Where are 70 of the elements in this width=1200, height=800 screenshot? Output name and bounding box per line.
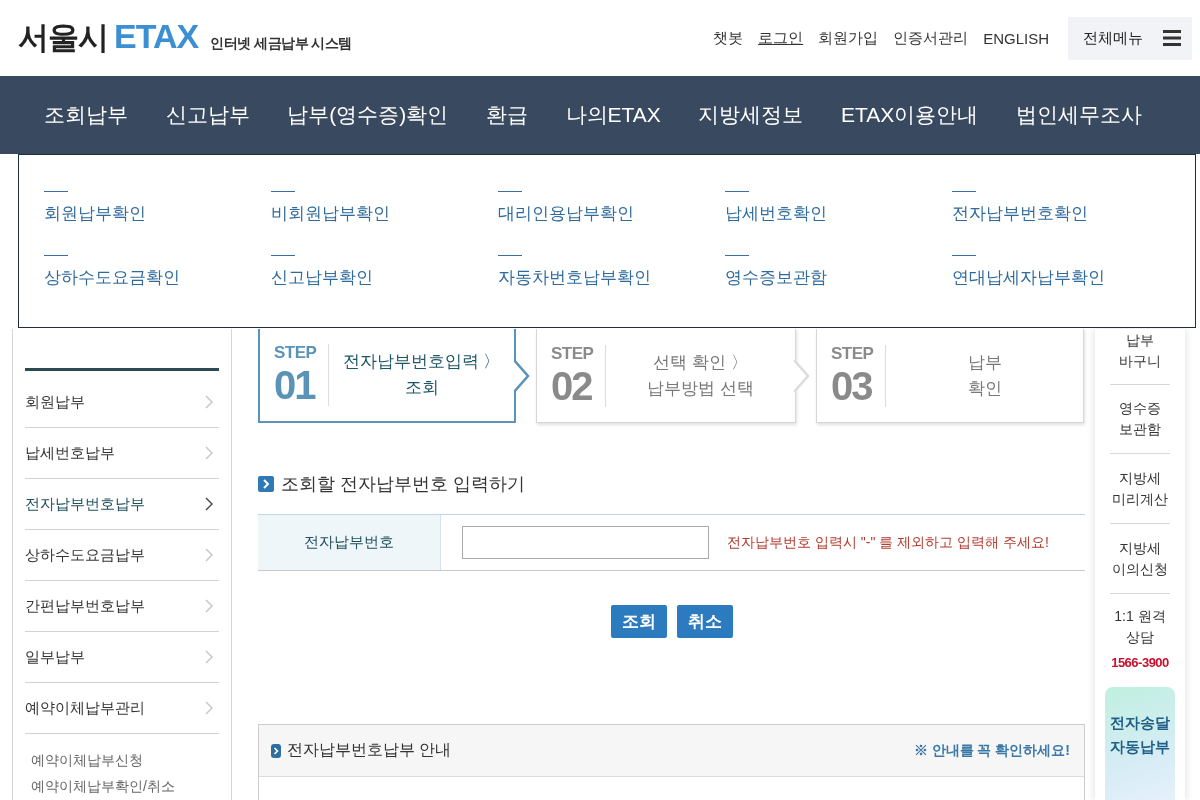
chevron-bullet-icon [258,476,274,492]
logo-etax-text: ETAX [114,17,199,56]
info-title: 전자납부번호납부 안내 [287,740,452,760]
top-link[interactable]: 챗봇 [713,28,744,48]
step-text: 납부 확인 [966,351,1003,400]
quick-menu-item[interactable]: 납부 바구니 [1110,329,1170,385]
nav-item[interactable]: 신고납부 [165,101,250,129]
sidebar-item[interactable]: 상하수도요금납부 [25,530,219,581]
section-title: 조회할 전자납부번호 입력하기 [281,473,525,496]
dropdown-menu-item[interactable]: 회원납부확인 [44,202,146,226]
quick-menu-item[interactable]: 지방세 미리계산 [1110,454,1170,525]
dropdown-menu-item[interactable]: 신고납부확인 [271,266,373,290]
sidebar-subitem[interactable]: 예약이체납부신청 [25,747,143,773]
menu-icon [1163,30,1181,46]
dropdown-menu-item[interactable]: 상하수도요금확인 [44,266,180,290]
dropdown-menu-item[interactable]: 비회원납부확인 [271,202,390,226]
sidebar-item[interactable]: 예약이체납부관리 [25,683,219,734]
all-menu-button[interactable]: 전체메뉴 [1068,16,1192,60]
chevron-right-icon [205,548,213,562]
nav-item[interactable]: 법인세무조사 [1015,101,1142,129]
nav-item[interactable]: 환급 [485,101,528,129]
input-field[interactable] [462,526,709,559]
top-link[interactable]: 로그인 [758,28,804,48]
dropdown-menu-item[interactable]: 대리인용납부확인 [498,202,634,226]
step-label: STEP [831,343,874,364]
chevron-right-icon [205,650,213,664]
step-label: STEP [274,343,317,363]
sidebar-item[interactable]: 일부납부 [25,632,219,683]
chevron-right-icon [205,446,213,460]
sidebar-item[interactable]: 회원납부 [25,377,219,428]
step-number: 01 [274,363,315,407]
nav-item[interactable]: 조회납부 [44,101,128,129]
logo-city-text: 서울시 [18,19,108,57]
nav-item[interactable]: ETAX이용안내 [841,101,979,129]
nav-item[interactable]: 지방세정보 [698,101,804,129]
chevron-right-icon [205,497,213,511]
chevron-right-icon [205,395,213,409]
step-text: 전자납부번호입력 〉 조회 [341,351,502,399]
sidebar-item[interactable]: 납세번호납부 [25,428,219,479]
chevron-right-icon [205,701,213,715]
chevron-right-icon [205,599,213,613]
nav-item[interactable]: 납부(영수증)확인 [287,101,449,129]
step-text: 선택 확인 〉 납부방법 선택 [646,351,755,400]
dropdown-menu-item[interactable]: 영수증보관함 [725,266,827,290]
quick-menu-item[interactable]: 1:1 원격 상담 1566-3900 [1110,593,1170,673]
sidebar-item[interactable]: 전자납부번호납부 [25,479,219,530]
field-label-cell: 전자납부번호 [258,515,441,570]
step-label: STEP [551,343,594,364]
nav-item[interactable]: 나의ETAX [565,101,661,129]
top-link[interactable]: 인증서관리 [893,28,969,48]
search-button[interactable]: 조회 [610,605,667,638]
phone-number-text: 1566-3900 [1111,653,1169,672]
sidebar-item[interactable]: 간편납부번호납부 [25,581,219,632]
step-number: 03 [831,363,872,408]
quick-menu-item[interactable]: 영수증 보관함 [1110,384,1170,455]
sidebar-subitem[interactable]: 예약이체납부확인/취소 [25,773,175,799]
dropdown-menu-item[interactable]: 연대납세자납부확인 [952,266,1105,290]
info-note: ※ 안내를 꼭 확인하세요! [913,741,1070,760]
quick-menu-item[interactable]: 지방세 이의신청 [1110,524,1170,594]
dropdown-menu-item[interactable]: 자동차번호납부확인 [498,266,651,290]
auto-payment-button[interactable]: 전자송달 자동납부 [1105,686,1175,800]
cancel-button[interactable]: 취소 [676,605,733,638]
chevron-bullet-icon [271,743,281,758]
input-hint-text: 전자납부번호 입력시 "-" 를 제외하고 입력해 주세요! [727,533,1049,552]
dropdown-menu-item[interactable]: 전자납부번호확인 [952,202,1088,226]
top-link[interactable]: 회원가입 [818,28,879,48]
logo-tagline: 인터넷 세금납부 시스템 [210,35,352,53]
dropdown-menu-item[interactable]: 납세번호확인 [725,202,827,226]
top-link[interactable]: ENGLISH [983,29,1049,47]
step-number: 02 [551,363,592,408]
